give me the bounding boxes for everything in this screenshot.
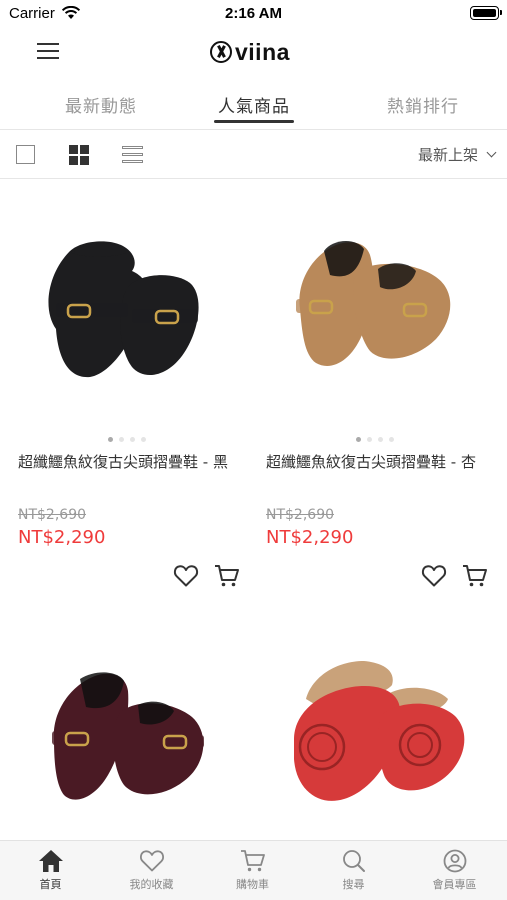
nav-label: 搜尋 — [342, 878, 365, 891]
status-bar: Carrier 2:16 AM — [0, 0, 507, 28]
list-view-icon[interactable] — [122, 146, 143, 164]
sort-dropdown[interactable]: 最新上架 — [417, 144, 497, 165]
nav-search[interactable]: 搜尋 — [303, 849, 404, 892]
product-image[interactable] — [18, 619, 251, 840]
shoe-photo — [294, 661, 465, 801]
nav-label: 購物車 — [236, 878, 269, 891]
nav-member[interactable]: 會員專區 — [404, 849, 505, 892]
shoe-photo — [296, 240, 451, 366]
nav-label: 我的收藏 — [129, 878, 174, 891]
image-pagination-dots — [356, 437, 400, 442]
heart-icon — [139, 850, 164, 872]
brand-logo[interactable]: viina — [210, 39, 290, 65]
active-tab-indicator — [214, 120, 294, 123]
single-view-icon[interactable] — [16, 145, 35, 164]
sale-price: NT$2,290 — [266, 527, 354, 548]
grid-view-icon[interactable] — [69, 145, 89, 165]
nav-label: 首頁 — [39, 878, 62, 891]
bottom-tab-bar: 首頁 我的收藏 購物車 搜尋 會員專區 — [0, 840, 507, 900]
product-name[interactable]: 超纖鱷魚紋復古尖頭摺疊鞋 - 杏 — [266, 451, 491, 473]
product-image[interactable] — [18, 179, 251, 427]
original-price: NT$2,690 — [18, 507, 87, 523]
shoe-photo — [52, 672, 204, 800]
product-image[interactable] — [266, 619, 499, 840]
nav-label: 會員專區 — [432, 878, 477, 891]
product-card[interactable]: 超纖鱷魚紋復古尖頭摺疊鞋 - 杏 NT$2,690 NT$2,290 — [266, 179, 499, 587]
add-to-cart-icon[interactable] — [214, 564, 240, 588]
add-to-cart-icon[interactable] — [462, 564, 488, 588]
chevron-down-icon — [486, 147, 497, 157]
original-price: NT$2,690 — [266, 507, 335, 523]
product-grid: 超纖鱷魚紋復古尖頭摺疊鞋 - 黑 NT$2,690 NT$2,290 超纖鱷魚紋… — [0, 179, 507, 840]
tab-best-sellers[interactable]: 熱銷排行 — [358, 92, 488, 117]
favorite-heart-icon[interactable] — [173, 564, 199, 588]
favorite-heart-icon[interactable] — [421, 564, 447, 588]
battery-icon — [470, 6, 502, 20]
product-card[interactable]: 超纖鱷魚紋復古尖頭摺疊鞋 - 黑 NT$2,690 NT$2,290 — [18, 179, 251, 587]
view-toolbar: 最新上架 — [0, 131, 507, 177]
sale-price: NT$2,290 — [18, 527, 106, 548]
tab-latest-news[interactable]: 最新動態 — [36, 92, 166, 117]
nav-home[interactable]: 首頁 — [0, 849, 101, 892]
divider — [0, 129, 507, 130]
product-card[interactable] — [18, 619, 251, 840]
product-name[interactable]: 超纖鱷魚紋復古尖頭摺疊鞋 - 黑 — [18, 451, 243, 473]
sort-label: 最新上架 — [417, 146, 478, 164]
nav-cart[interactable]: 購物車 — [202, 849, 303, 892]
logo-text: viina — [235, 38, 290, 65]
tab-popular-products[interactable]: 人氣商品 — [189, 92, 319, 117]
image-pagination-dots — [108, 437, 152, 442]
product-card[interactable] — [266, 619, 499, 840]
app-header: viina — [0, 28, 507, 76]
clock: 2:16 AM — [225, 5, 282, 22]
category-tabs: 最新動態 人氣商品 熱銷排行 — [0, 84, 507, 128]
nav-favorites[interactable]: 我的收藏 — [101, 849, 202, 892]
product-image[interactable] — [266, 179, 499, 427]
logo-mark-icon — [210, 41, 232, 63]
home-icon — [38, 850, 63, 872]
search-icon — [342, 850, 365, 872]
cart-icon — [240, 850, 265, 872]
shoe-photo — [48, 241, 199, 378]
user-icon — [443, 849, 466, 873]
menu-icon[interactable] — [37, 43, 59, 61]
